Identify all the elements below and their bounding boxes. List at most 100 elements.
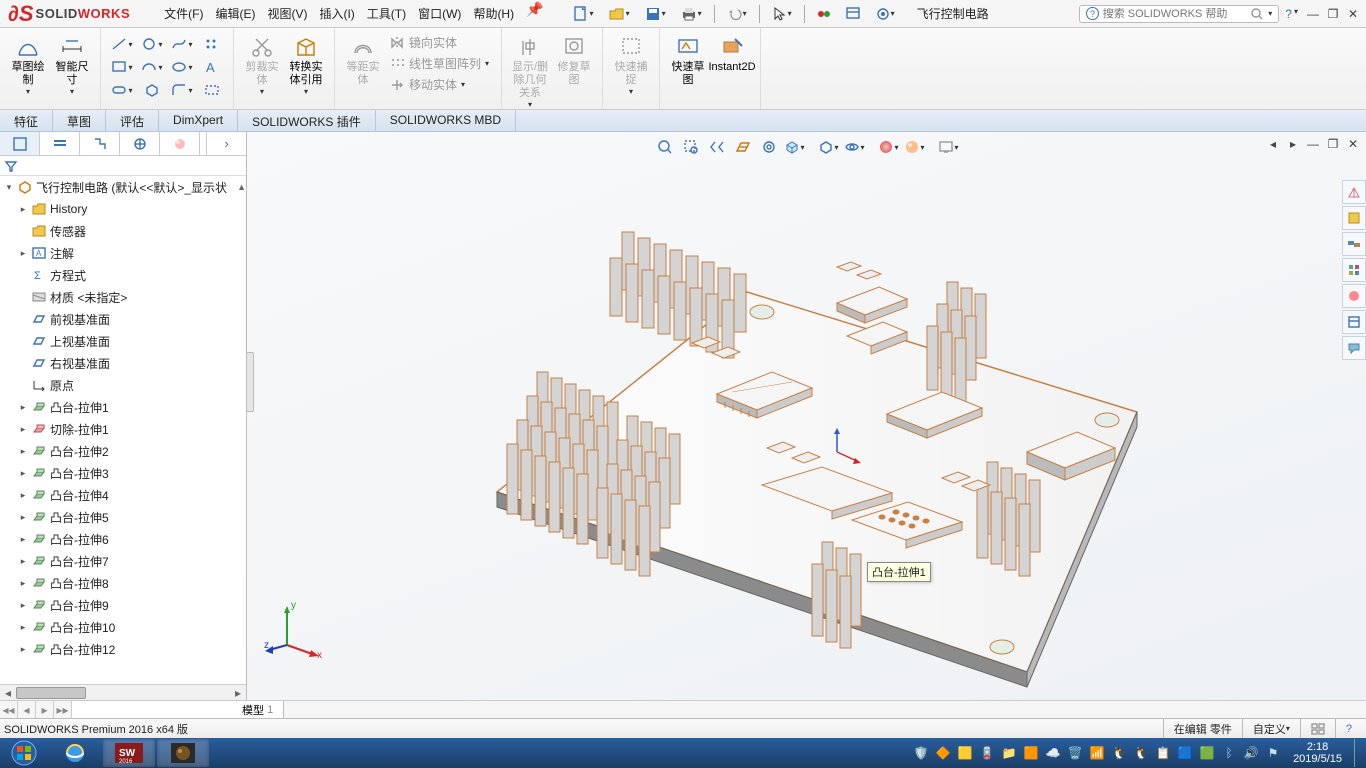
scroll-up-icon[interactable]: ▲ [237,182,246,192]
fm-tab-expand[interactable]: › [206,132,246,155]
open-button[interactable]: ▾ [602,1,636,27]
tree-item-right-plane[interactable]: 右视基准面 [0,352,246,374]
tray-icon[interactable]: 🪫 [979,745,995,761]
circle-tool-button[interactable]: ▾ [141,34,163,54]
text-tool-button[interactable]: A [201,57,223,77]
close-button[interactable]: ✕ [1344,6,1362,22]
tree-item-boss4[interactable]: ▸凸台-拉伸4 [0,484,246,506]
tree-item-sensors[interactable]: 传感器 [0,220,246,242]
tree-item-boss6[interactable]: ▸凸台-拉伸6 [0,528,246,550]
doctab-prev[interactable]: ◂◂ [0,701,18,718]
doctab-next1[interactable]: ▸ [36,701,54,718]
tp-design-library-button[interactable] [1342,206,1366,230]
offset-button[interactable]: 等距实体 [341,32,385,105]
subwin-close-button[interactable]: ✕ [1344,136,1362,152]
tree-item-boss7[interactable]: ▸凸台-拉伸7 [0,550,246,572]
bluetooth-icon[interactable]: ᛒ [1221,745,1237,761]
doctab-model[interactable]: 模型 1 [72,701,284,718]
triad-icon[interactable]: y x z [267,600,327,660]
tray-icon[interactable]: 🐧 [1111,745,1127,761]
menu-window[interactable]: 窗口(W) [412,1,467,26]
sketch-draw-button[interactable]: 草图绘制▾ [6,32,50,105]
tree-item-equations[interactable]: Σ方程式 [0,264,246,286]
fm-tab-feature[interactable] [0,132,40,155]
tree-item-origin[interactable]: 原点 [0,374,246,396]
menu-view[interactable]: 视图(V) [261,1,313,26]
rapid-sketch-button[interactable]: 快速草图 [666,32,710,105]
collapse-icon[interactable]: ▾ [4,182,14,193]
arc-tool-button[interactable]: ▾ [141,57,163,77]
scroll-thumb[interactable] [16,687,86,699]
tp-view-palette-button[interactable] [1342,258,1366,282]
tree-item-front-plane[interactable]: 前视基准面 [0,308,246,330]
tp-resources-button[interactable] [1342,180,1366,204]
settings-gear-icon[interactable]: ▾ [869,2,901,26]
doctab-next[interactable]: ▸▸ [54,701,72,718]
tab-addins[interactable]: SOLIDWORKS 插件 [238,110,376,131]
status-views-icon[interactable] [1300,719,1335,738]
linear-pattern-button[interactable]: 线性草图阵列▾ [385,53,495,74]
tab-dimxpert[interactable]: DimXpert [159,110,238,131]
instant2d-button[interactable]: Instant2D [710,32,754,105]
move-entities-button[interactable]: 移动实体▾ [385,74,495,95]
tray-icon[interactable]: 📁 [1001,745,1017,761]
tree-item-boss9[interactable]: ▸凸台-拉伸9 [0,594,246,616]
tree-item-annotations[interactable]: ▸A注解 [0,242,246,264]
tree-item-boss12[interactable]: ▸凸台-拉伸12 [0,638,246,660]
plane-tool-button[interactable] [201,80,223,100]
tray-icon[interactable]: 🔶 [935,745,951,761]
smart-dimension-button[interactable]: 智能尺寸▾ [50,32,94,105]
taskbar-ie[interactable] [49,739,101,767]
tree-item-history[interactable]: ▸History [0,198,246,220]
repair-sketch-button[interactable]: 修复草图 [552,32,596,105]
tp-custom-props-button[interactable] [1342,310,1366,334]
pushpin-icon[interactable]: 📌 [520,1,549,26]
tab-features[interactable]: 特征 [0,110,53,131]
scroll-left-icon[interactable]: ◂ [0,685,16,701]
search-icon[interactable] [1250,7,1264,21]
fm-tab-config[interactable] [80,132,120,155]
taskbar-sw[interactable]: SW2016 [103,739,155,767]
options-button[interactable] [839,2,867,26]
tree-item-boss5[interactable]: ▸凸台-拉伸5 [0,506,246,528]
clock[interactable]: 2:18 2019/5/15 [1287,739,1348,767]
tray-icon[interactable]: 📋 [1155,745,1171,761]
tree-item-boss1[interactable]: ▸凸台-拉伸1 [0,396,246,418]
menu-edit[interactable]: 编辑(E) [209,1,261,26]
line-tool-button[interactable]: ▾ [111,34,133,54]
polygon-tool-button[interactable] [141,80,163,100]
minimize-button[interactable]: — [1304,6,1322,22]
fm-tab-property[interactable] [40,132,80,155]
subwin-restore-button[interactable]: ❐ [1324,136,1342,152]
new-button[interactable]: ▾ [566,1,600,27]
undo-button[interactable]: ▾ [721,2,753,26]
tp-forum-button[interactable] [1342,336,1366,360]
point-tool-button[interactable] [201,34,223,54]
quick-snap-button[interactable]: 快速捕捉▾ [609,32,653,105]
tp-file-explorer-button[interactable] [1342,232,1366,256]
help-search-input[interactable] [1099,8,1251,20]
tree-item-boss2[interactable]: ▸凸台-拉伸2 [0,440,246,462]
tree-item-top-plane[interactable]: 上视基准面 [0,330,246,352]
tray-icon[interactable]: 📶 [1089,745,1105,761]
restore-button[interactable]: ❐ [1324,6,1342,22]
tray-icon[interactable]: 🟧 [1023,745,1039,761]
tray-icon[interactable]: 🗑️ [1067,745,1083,761]
rectangle-tool-button[interactable]: ▾ [111,57,133,77]
menu-help[interactable]: 帮助(H) [467,1,520,26]
tree-item-cut1[interactable]: ▸切除-拉伸1 [0,418,246,440]
save-button[interactable]: ▾ [638,1,672,27]
menu-file[interactable]: 文件(F) [158,1,209,26]
tp-appearances-button[interactable] [1342,284,1366,308]
convert-entities-button[interactable]: 转换实体引用▾ [284,32,328,105]
tab-sketch[interactable]: 草图 [53,110,106,131]
panel-splitter[interactable] [247,352,254,412]
fm-tab-display[interactable] [160,132,200,155]
fm-tab-dimxpert[interactable] [120,132,160,155]
menu-tools[interactable]: 工具(T) [361,1,412,26]
volume-icon[interactable]: 🔊 [1243,745,1259,761]
print-button[interactable]: ▾ [674,1,708,27]
fillet-tool-button[interactable]: ▾ [171,80,193,100]
tab-mbd[interactable]: SOLIDWORKS MBD [376,110,516,131]
action-center-icon[interactable]: ⚑ [1265,745,1281,761]
